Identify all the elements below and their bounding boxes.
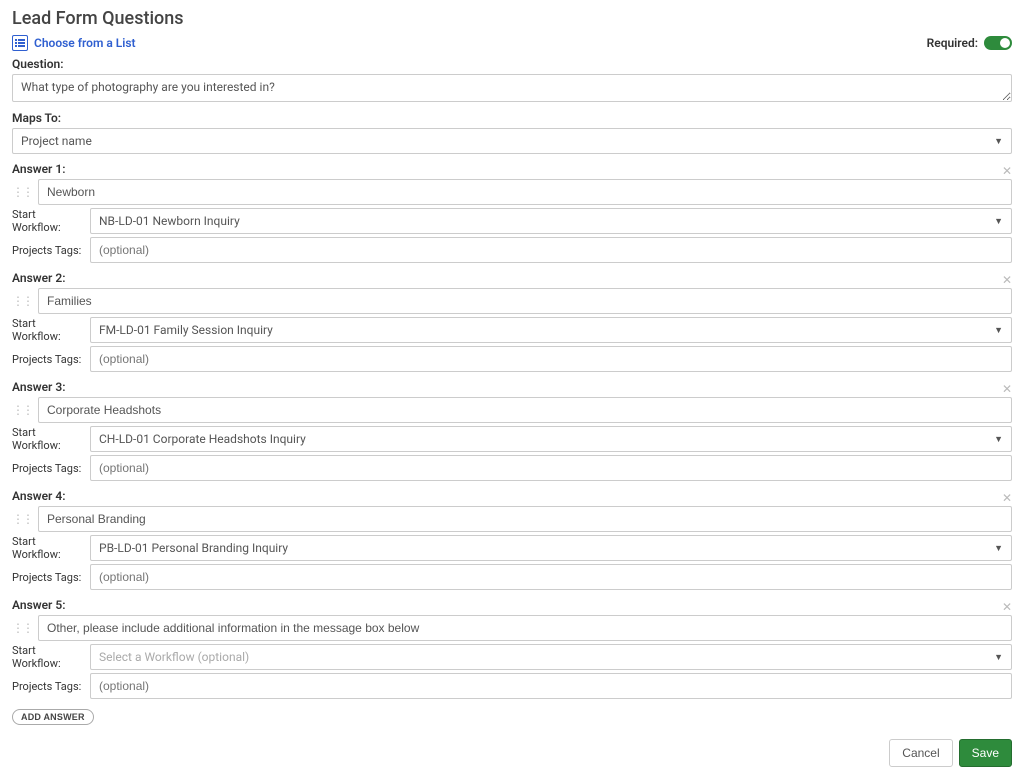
question-label: Question: xyxy=(12,57,1012,71)
workflow-value: FM-LD-01 Family Session Inquiry xyxy=(99,323,273,337)
top-row: Choose from a List Required: xyxy=(12,35,1012,51)
remove-answer-icon[interactable]: ✕ xyxy=(1002,273,1012,287)
answer-header: Answer 5: ✕ xyxy=(12,598,1012,615)
answer-label: Answer 1: xyxy=(12,162,65,176)
workflow-value: PB-LD-01 Personal Branding Inquiry xyxy=(99,541,288,555)
projects-tags-label: Projects Tags: xyxy=(12,353,82,366)
drag-handle-icon[interactable]: ⋮⋮ xyxy=(12,621,32,635)
chevron-down-icon: ▼ xyxy=(994,543,1003,554)
answer-block: Answer 2: ✕ ⋮⋮ Start Workflow: FM-LD-01 … xyxy=(12,271,1012,372)
answer-text-input[interactable] xyxy=(38,179,1012,205)
answer-text-input[interactable] xyxy=(38,288,1012,314)
drag-handle-icon[interactable]: ⋮⋮ xyxy=(12,403,32,417)
page-title: Lead Form Questions xyxy=(12,8,1012,29)
answer-input-row: ⋮⋮ xyxy=(12,397,1012,423)
projects-tags-label: Projects Tags: xyxy=(12,462,82,475)
answer-block: Answer 4: ✕ ⋮⋮ Start Workflow: PB-LD-01 … xyxy=(12,489,1012,590)
answer-header: Answer 4: ✕ xyxy=(12,489,1012,506)
start-workflow-label: Start Workflow: xyxy=(12,426,82,452)
workflow-value: Select a Workflow (optional) xyxy=(99,650,249,664)
maps-to-row: Maps To: Project name ▼ xyxy=(12,111,1012,154)
tags-input[interactable] xyxy=(90,346,1012,372)
choose-from-list-link[interactable]: Choose from a List xyxy=(12,35,136,51)
projects-tags-label: Projects Tags: xyxy=(12,680,82,693)
chevron-down-icon: ▼ xyxy=(994,136,1003,147)
answer-label: Answer 4: xyxy=(12,489,65,503)
list-icon xyxy=(12,35,28,51)
answer-block: Answer 5: ✕ ⋮⋮ Start Workflow: Select a … xyxy=(12,598,1012,699)
answer-block: Answer 3: ✕ ⋮⋮ Start Workflow: CH-LD-01 … xyxy=(12,380,1012,481)
workflow-row: Start Workflow: CH-LD-01 Corporate Heads… xyxy=(12,426,1012,452)
answer-label: Answer 3: xyxy=(12,380,65,394)
add-answer-button[interactable]: ADD ANSWER xyxy=(12,709,94,725)
start-workflow-label: Start Workflow: xyxy=(12,644,82,670)
projects-tags-label: Projects Tags: xyxy=(12,571,82,584)
answer-text-input[interactable] xyxy=(38,615,1012,641)
remove-answer-icon[interactable]: ✕ xyxy=(1002,491,1012,505)
tags-row: Projects Tags: xyxy=(12,455,1012,481)
workflow-select[interactable]: NB-LD-01 Newborn Inquiry ▼ xyxy=(90,208,1012,234)
drag-handle-icon[interactable]: ⋮⋮ xyxy=(12,294,32,308)
answer-block: Answer 1: ✕ ⋮⋮ Start Workflow: NB-LD-01 … xyxy=(12,162,1012,263)
projects-tags-label: Projects Tags: xyxy=(12,244,82,257)
workflow-value: CH-LD-01 Corporate Headshots Inquiry xyxy=(99,432,306,446)
tags-row: Projects Tags: xyxy=(12,564,1012,590)
answer-header: Answer 2: ✕ xyxy=(12,271,1012,288)
start-workflow-label: Start Workflow: xyxy=(12,535,82,561)
answer-label: Answer 2: xyxy=(12,271,65,285)
start-workflow-label: Start Workflow: xyxy=(12,208,82,234)
tags-input[interactable] xyxy=(90,564,1012,590)
chevron-down-icon: ▼ xyxy=(994,325,1003,336)
workflow-row: Start Workflow: PB-LD-01 Personal Brandi… xyxy=(12,535,1012,561)
answer-text-input[interactable] xyxy=(38,397,1012,423)
remove-answer-icon[interactable]: ✕ xyxy=(1002,600,1012,614)
workflow-value: NB-LD-01 Newborn Inquiry xyxy=(99,214,240,228)
answer-input-row: ⋮⋮ xyxy=(12,615,1012,641)
tags-row: Projects Tags: xyxy=(12,237,1012,263)
start-workflow-label: Start Workflow: xyxy=(12,317,82,343)
answer-label: Answer 5: xyxy=(12,598,65,612)
maps-to-label: Maps To: xyxy=(12,111,1012,125)
tags-row: Projects Tags: xyxy=(12,673,1012,699)
chevron-down-icon: ▼ xyxy=(994,434,1003,445)
workflow-select[interactable]: FM-LD-01 Family Session Inquiry ▼ xyxy=(90,317,1012,343)
workflow-select[interactable]: Select a Workflow (optional) ▼ xyxy=(90,644,1012,670)
cancel-button[interactable]: Cancel xyxy=(889,739,952,767)
remove-answer-icon[interactable]: ✕ xyxy=(1002,382,1012,396)
workflow-row: Start Workflow: NB-LD-01 Newborn Inquiry… xyxy=(12,208,1012,234)
required-label: Required: xyxy=(927,36,978,50)
answer-input-row: ⋮⋮ xyxy=(12,288,1012,314)
maps-to-value: Project name xyxy=(21,134,92,148)
choose-from-list-label: Choose from a List xyxy=(34,36,136,50)
workflow-row: Start Workflow: FM-LD-01 Family Session … xyxy=(12,317,1012,343)
drag-handle-icon[interactable]: ⋮⋮ xyxy=(12,512,32,526)
answer-header: Answer 1: ✕ xyxy=(12,162,1012,179)
answer-text-input[interactable] xyxy=(38,506,1012,532)
question-input[interactable]: What type of photography are you interes… xyxy=(12,74,1012,102)
tags-row: Projects Tags: xyxy=(12,346,1012,372)
save-button[interactable]: Save xyxy=(959,739,1012,767)
answer-input-row: ⋮⋮ xyxy=(12,179,1012,205)
required-toggle[interactable] xyxy=(984,36,1012,50)
answer-input-row: ⋮⋮ xyxy=(12,506,1012,532)
tags-input[interactable] xyxy=(90,455,1012,481)
maps-to-select[interactable]: Project name ▼ xyxy=(12,128,1012,154)
tags-input[interactable] xyxy=(90,237,1012,263)
workflow-row: Start Workflow: Select a Workflow (optio… xyxy=(12,644,1012,670)
drag-handle-icon[interactable]: ⋮⋮ xyxy=(12,185,32,199)
footer-actions: Cancel Save xyxy=(12,739,1012,767)
workflow-select[interactable]: PB-LD-01 Personal Branding Inquiry ▼ xyxy=(90,535,1012,561)
chevron-down-icon: ▼ xyxy=(994,216,1003,227)
answer-header: Answer 3: ✕ xyxy=(12,380,1012,397)
required-wrap: Required: xyxy=(927,36,1012,50)
workflow-select[interactable]: CH-LD-01 Corporate Headshots Inquiry ▼ xyxy=(90,426,1012,452)
remove-answer-icon[interactable]: ✕ xyxy=(1002,164,1012,178)
tags-input[interactable] xyxy=(90,673,1012,699)
chevron-down-icon: ▼ xyxy=(994,652,1003,663)
